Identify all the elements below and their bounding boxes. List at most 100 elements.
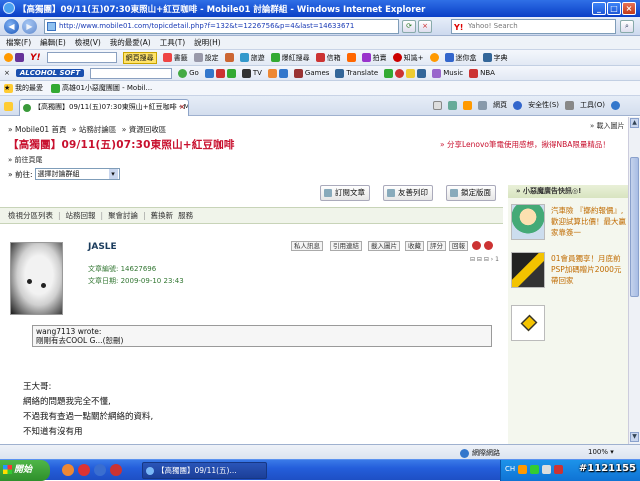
- print-icon[interactable]: [478, 100, 488, 110]
- knowledge-button[interactable]: 知識+: [392, 53, 424, 63]
- yahoo-logo[interactable]: Y!: [30, 53, 41, 63]
- messenger-icon-button[interactable]: [429, 53, 439, 62]
- ad-text-insurance[interactable]: 汽車險 『擲約報價』, 歡迎試算比價！最大贏家靠簽一: [551, 205, 627, 238]
- favorite-button[interactable]: 收藏: [405, 241, 424, 251]
- web-search-button[interactable]: 網頁搜尋: [122, 51, 157, 64]
- forum-nav-list[interactable]: 檢視分區列表: [8, 210, 53, 221]
- warning-icon[interactable]: [472, 241, 481, 250]
- safety-menu[interactable]: 安全性(S): [528, 100, 559, 110]
- input-language[interactable]: CH: [505, 465, 515, 474]
- breadcrumb-recycle[interactable]: » 資源回收區: [122, 125, 166, 134]
- ad-text-psp[interactable]: 01會員獨享！月底前PSP加碼贈片2000元帶回家: [551, 253, 627, 286]
- menu-file[interactable]: 檔案(F): [6, 37, 31, 48]
- scroll-thumb[interactable]: [630, 157, 639, 297]
- taskbar-window-item[interactable]: 【高獨團】09/11(五)...: [142, 462, 267, 479]
- tray-icon[interactable]: [554, 465, 564, 474]
- tools-menu[interactable]: 工具(O): [580, 100, 605, 110]
- vertical-scrollbar[interactable]: ▲ ▼: [628, 117, 640, 444]
- hot-search-button[interactable]: 爆紅搜尋: [270, 53, 310, 63]
- translate-button[interactable]: Translate: [335, 68, 378, 78]
- ad-image-psp[interactable]: [511, 252, 545, 288]
- auction-button[interactable]: 拍賣: [361, 53, 387, 63]
- report-button[interactable]: 回報: [449, 241, 468, 251]
- dictionary-button[interactable]: 字典: [482, 53, 508, 63]
- tv-button[interactable]: TV: [241, 68, 262, 78]
- search-input[interactable]: Y! Yahoo! Search: [451, 19, 616, 34]
- menu-edit[interactable]: 編輯(E): [40, 37, 66, 48]
- goto-bottom-link[interactable]: » 前往頁尾: [8, 155, 43, 165]
- mailbox-button[interactable]: 信箱: [315, 53, 341, 63]
- back-button[interactable]: ◀: [4, 19, 19, 34]
- close-button[interactable]: ×: [622, 2, 636, 15]
- settings-button[interactable]: 設定: [193, 53, 219, 63]
- quick-launch-icon[interactable]: [78, 464, 90, 476]
- scroll-down-arrow[interactable]: ▼: [630, 432, 639, 442]
- load-images-link[interactable]: » 載入圖片: [590, 121, 625, 131]
- home-icon[interactable]: [448, 100, 458, 110]
- rate-button[interactable]: 評分: [427, 241, 446, 251]
- music-button[interactable]: Music: [432, 68, 463, 78]
- address-input[interactable]: http://www.mobile01.com/topicdetail.php?…: [44, 19, 399, 34]
- subscribe-button[interactable]: 訂閱文章: [320, 185, 370, 201]
- print-friendly-button[interactable]: 友善列印: [383, 185, 433, 201]
- forum-nav-service[interactable]: 服務: [178, 210, 193, 221]
- user-avatar[interactable]: [10, 242, 63, 315]
- zoom-control[interactable]: 100% ▾: [588, 448, 614, 456]
- alcohol-icons[interactable]: [204, 68, 236, 78]
- toolbar-close-icon[interactable]: ×: [4, 69, 10, 77]
- alcohol-icons-2[interactable]: [267, 68, 288, 78]
- page-menu[interactable]: 網頁: [493, 100, 507, 110]
- alcohol-icons-3[interactable]: [384, 68, 427, 78]
- stop-button[interactable]: ×: [418, 20, 432, 33]
- scroll-up-arrow[interactable]: ▲: [630, 118, 639, 128]
- post-username[interactable]: JASLE: [88, 242, 117, 252]
- favorite-link-item[interactable]: 高雄01小惡魔團圖 - Mobil...: [51, 83, 152, 93]
- forward-button[interactable]: ▶: [22, 19, 37, 34]
- promo-link[interactable]: » 分享Lenovo筆電使用感想，揪得NBA限量精品！: [440, 139, 610, 150]
- alcohol-go-button[interactable]: Go: [178, 68, 199, 78]
- delete-icon[interactable]: [484, 241, 493, 250]
- menu-help[interactable]: 說明(H): [194, 37, 221, 48]
- toolbar-grip[interactable]: [4, 53, 24, 62]
- travel-button[interactable]: 旅遊: [239, 53, 265, 63]
- quick-launch-icon[interactable]: [62, 464, 74, 476]
- lock-layout-button[interactable]: 鎖定版面: [446, 185, 496, 201]
- tray-icon[interactable]: [518, 465, 528, 474]
- forum-nav-report[interactable]: 站務回報: [66, 210, 96, 221]
- tray-icon[interactable]: [542, 465, 552, 474]
- mail-icon-button[interactable]: [224, 53, 234, 62]
- post-pagination[interactable]: ⊟ ⊟ ⊟ › 1: [470, 256, 499, 263]
- forum-nav-tradein[interactable]: 舊換新: [151, 210, 174, 221]
- quote-text[interactable]: 剛剛有去COOL G...(恕刪): [36, 336, 488, 345]
- load-images-button[interactable]: 載入圖片: [368, 241, 400, 251]
- maximize-button[interactable]: □: [607, 2, 621, 15]
- window-title-bar[interactable]: 【高獨團】09/11(五)07:30東照山+紅豆咖啡 - Mobile01 討論…: [0, 0, 640, 17]
- breadcrumb-home[interactable]: » Mobile01 首頁: [8, 125, 67, 134]
- favorites-center-icon[interactable]: [4, 102, 13, 111]
- forum-select[interactable]: 選擇討論群組: [34, 168, 120, 180]
- private-message-button[interactable]: 私人訊息: [291, 241, 323, 251]
- feeds-icon[interactable]: [463, 100, 473, 110]
- breadcrumb-forum[interactable]: » 站務討論區: [72, 125, 116, 134]
- yahoo-toolbar-input[interactable]: [46, 52, 117, 63]
- ad-image-insurance[interactable]: [511, 204, 545, 240]
- tab-active[interactable]: 【高獨團】09/11(五)07:30東照山+紅豆咖啡 - Mobi... ×: [19, 99, 189, 116]
- quick-launch-icon[interactable]: [110, 464, 122, 476]
- games-button[interactable]: Games: [293, 68, 329, 78]
- favorites-button[interactable]: ★ 我的最愛: [4, 83, 43, 93]
- alcohol-search-input[interactable]: [90, 67, 173, 79]
- minimize-button[interactable]: _: [592, 2, 606, 15]
- nba-button[interactable]: NBA: [469, 68, 495, 78]
- start-button[interactable]: 開始: [0, 460, 50, 481]
- go-refresh-button[interactable]: ⟳: [402, 20, 416, 33]
- ad-image-renault[interactable]: [511, 305, 545, 341]
- search-button[interactable]: ⌕: [620, 20, 634, 33]
- forum-nav-meetup[interactable]: 聚會討論: [108, 210, 138, 221]
- new-tab-icon[interactable]: [433, 100, 443, 110]
- help-icon[interactable]: [611, 100, 620, 110]
- tray-icon[interactable]: [530, 465, 540, 474]
- menu-favorites[interactable]: 我的最愛(A): [110, 37, 151, 48]
- bookmarks-button[interactable]: 書籤: [162, 53, 188, 63]
- quick-launch-icon[interactable]: [94, 464, 106, 476]
- menu-view[interactable]: 檢視(V): [75, 37, 101, 48]
